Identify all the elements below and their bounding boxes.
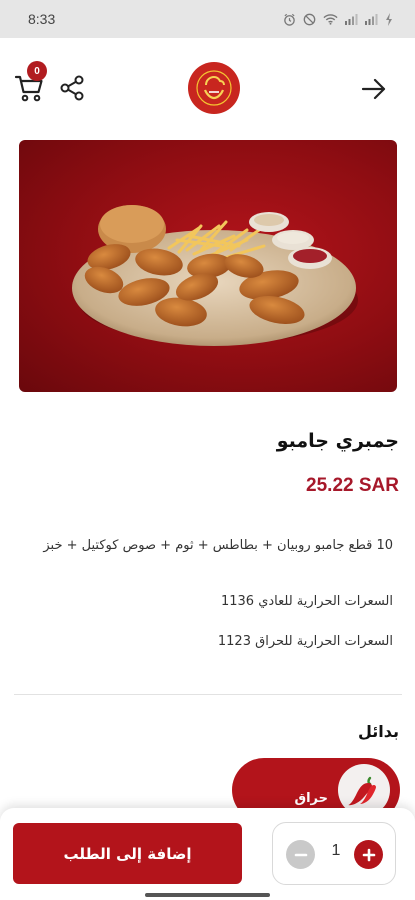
status-time: 8:33 <box>28 11 56 27</box>
plus-icon <box>362 848 375 861</box>
decrease-quantity-button[interactable] <box>286 840 315 869</box>
product-image <box>19 140 397 392</box>
battery-charging-icon <box>386 12 392 26</box>
product-name: جمبري جامبو <box>276 430 399 452</box>
header: 0 <box>0 38 415 134</box>
product-price: 25.22 SAR <box>306 475 399 496</box>
bottom-bar: إضافة إلى الطلب 1 <box>0 808 415 900</box>
wifi-icon <box>323 14 338 25</box>
status-bar: 8:33 <box>0 0 415 38</box>
quantity-stepper: 1 <box>272 822 396 885</box>
product-description: 10 قطع جامبو روبيان + بطاطس + ثوم + صوص … <box>43 538 393 553</box>
brand-logo <box>188 62 240 114</box>
increase-quantity-button[interactable] <box>354 840 383 869</box>
status-icons <box>283 12 393 26</box>
share-icon[interactable] <box>58 74 86 102</box>
add-to-order-button[interactable]: إضافة إلى الطلب <box>13 823 242 884</box>
alternatives-title: بدائل <box>357 722 399 741</box>
signal-icon <box>365 14 378 25</box>
signal-icon <box>345 14 358 25</box>
divider <box>14 694 402 695</box>
alarm-icon <box>284 13 295 26</box>
calories-regular: السعرات الحرارية للعادي 1136 <box>220 594 393 609</box>
minus-icon <box>294 853 307 856</box>
chili-pepper-icon <box>348 776 376 806</box>
quantity-value: 1 <box>331 842 341 859</box>
arrow-right-icon[interactable] <box>359 74 389 104</box>
calories-spicy: السعرات الحرارية للحراق 1123 <box>217 634 393 649</box>
cart-badge: 0 <box>27 61 47 81</box>
option-label: حراق <box>294 791 328 806</box>
no-disturb-icon <box>303 13 316 25</box>
home-indicator[interactable] <box>145 893 270 897</box>
